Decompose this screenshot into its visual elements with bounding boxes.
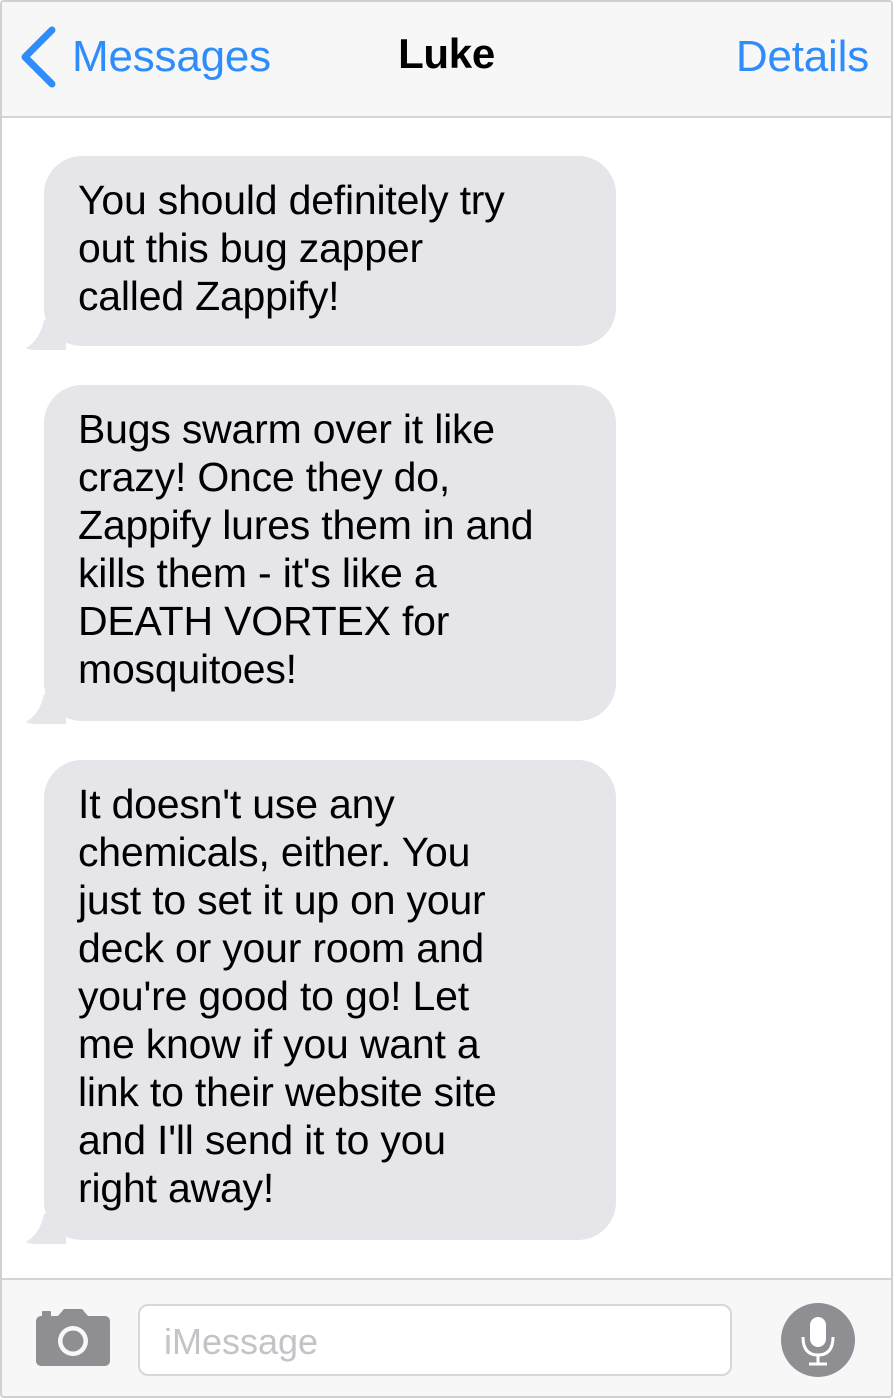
microphone-icon — [801, 1317, 835, 1366]
message-bubble[interactable]: It doesn't use any chemicals, either. Yo… — [44, 760, 616, 1240]
navigation-bar: Messages Luke Details — [2, 2, 891, 118]
camera-icon[interactable] — [36, 1308, 110, 1366]
messages-screen: Messages Luke Details You should definit… — [0, 0, 893, 1398]
bubble-tail — [26, 1214, 66, 1244]
microphone-button[interactable] — [781, 1303, 855, 1377]
bubble-tail — [26, 320, 66, 350]
imessage-input[interactable]: iMessage — [138, 1304, 732, 1376]
message-bubble[interactable]: Bugs swarm over it like crazy! Once they… — [44, 385, 616, 721]
details-button[interactable]: Details — [736, 32, 869, 82]
message-input-bar: iMessage — [2, 1278, 891, 1396]
bubble-tail — [26, 694, 66, 724]
message-bubble[interactable]: You should definitely try out this bug z… — [44, 156, 616, 346]
